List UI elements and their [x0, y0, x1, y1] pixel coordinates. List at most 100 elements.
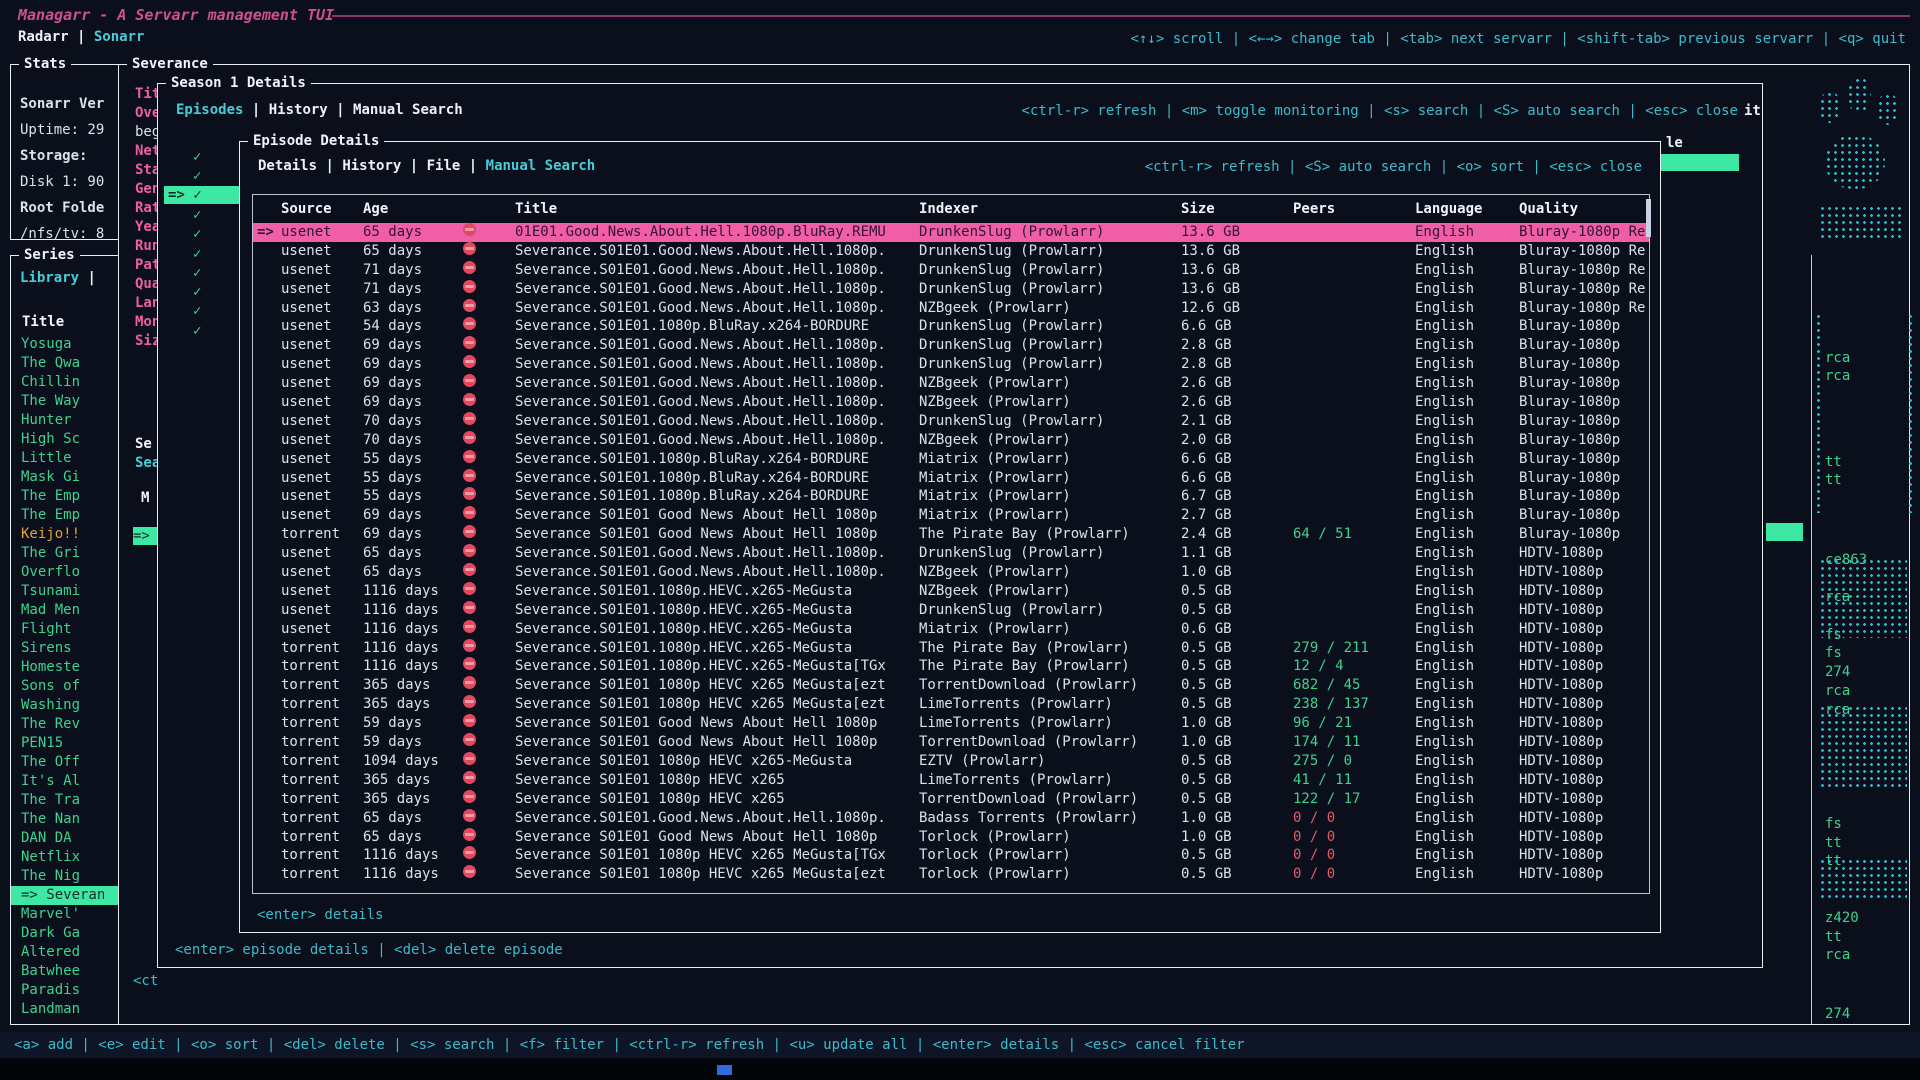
result-language: English	[1415, 639, 1474, 658]
result-title: Severance S01E01 1080p HEVC x265 MeGusta…	[515, 695, 915, 714]
series-item[interactable]: It's Al	[11, 772, 121, 791]
series-item[interactable]: Dark Ga	[11, 924, 121, 943]
truncated-text-fragment: tt	[1825, 471, 1842, 490]
result-row[interactable]: torrent69 daysSeverance S01E01 Good News…	[253, 525, 1649, 544]
series-item[interactable]: Keijo!!	[11, 525, 121, 544]
result-row[interactable]: usenet69 daysSeverance.S01E01.Good.News.…	[253, 355, 1649, 374]
series-item[interactable]: => Severan	[11, 886, 121, 905]
series-item[interactable]: The Nan	[11, 810, 121, 829]
result-row[interactable]: torrent65 daysSeverance.S01E01.Good.News…	[253, 809, 1649, 828]
result-row[interactable]: =>usenet65 days01E01.Good.News.About.Hel…	[253, 223, 1649, 242]
tab-history[interactable]: History	[269, 102, 328, 118]
result-row[interactable]: usenet63 daysSeverance.S01E01.Good.News.…	[253, 299, 1649, 318]
series-tab-row: Library |	[20, 270, 96, 286]
selected-episode-row[interactable]: => ✓	[164, 186, 240, 204]
series-item[interactable]: Flight	[11, 620, 121, 639]
result-row[interactable]: usenet55 daysSeverance.S01E01.1080p.BluR…	[253, 469, 1649, 488]
series-item[interactable]: Batwhee	[11, 962, 121, 981]
table-scrollbar[interactable]	[1646, 199, 1651, 237]
result-row[interactable]: usenet55 daysSeverance.S01E01.1080p.BluR…	[253, 487, 1649, 506]
series-item[interactable]: High Sc	[11, 430, 121, 449]
prohibited-icon	[463, 790, 476, 803]
tab-sonarr[interactable]: Sonarr	[94, 29, 145, 45]
series-item[interactable]: The Rev	[11, 715, 121, 734]
result-row[interactable]: usenet1116 daysSeverance.S01E01.1080p.HE…	[253, 582, 1649, 601]
series-item[interactable]: The Emp	[11, 506, 121, 525]
result-quality: HDTV-1080p	[1519, 657, 1647, 676]
result-row[interactable]: torrent365 daysSeverance S01E01 1080p HE…	[253, 771, 1649, 790]
result-row[interactable]: torrent1094 daysSeverance S01E01 1080p H…	[253, 752, 1649, 771]
result-age: 65 days	[363, 828, 422, 847]
result-row[interactable]: usenet71 daysSeverance.S01E01.Good.News.…	[253, 261, 1649, 280]
result-row[interactable]: usenet69 daysSeverance.S01E01.Good.News.…	[253, 336, 1649, 355]
result-row[interactable]: usenet65 daysSeverance.S01E01.Good.News.…	[253, 242, 1649, 261]
series-item[interactable]: The Way	[11, 392, 121, 411]
series-item[interactable]: Tsunami	[11, 582, 121, 601]
series-item[interactable]: The Gri	[11, 544, 121, 563]
tab-radarr[interactable]: Radarr	[18, 29, 69, 45]
result-size: 1.1 GB	[1181, 544, 1232, 563]
series-item[interactable]: Mad Men	[11, 601, 121, 620]
result-row[interactable]: usenet65 daysSeverance.S01E01.Good.News.…	[253, 563, 1649, 582]
result-row[interactable]: usenet1116 daysSeverance.S01E01.1080p.HE…	[253, 620, 1649, 639]
result-row[interactable]: usenet55 daysSeverance.S01E01.1080p.BluR…	[253, 450, 1649, 469]
result-row[interactable]: usenet71 daysSeverance.S01E01.Good.News.…	[253, 280, 1649, 299]
series-item[interactable]: Marvel'	[11, 905, 121, 924]
result-title: Severance.S01E01.Good.News.About.Hell.10…	[515, 393, 915, 412]
result-row[interactable]: usenet69 daysSeverance.S01E01.Good.News.…	[253, 393, 1649, 412]
result-row[interactable]: torrent1116 daysSeverance S01E01 1080p H…	[253, 846, 1649, 865]
tab-file[interactable]: File	[427, 158, 461, 174]
result-row[interactable]: torrent65 daysSeverance S01E01 Good News…	[253, 828, 1649, 847]
result-row[interactable]: usenet54 daysSeverance.S01E01.1080p.BluR…	[253, 317, 1649, 336]
series-item[interactable]: Mask Gi	[11, 468, 121, 487]
series-item[interactable]: Sirens	[11, 639, 121, 658]
tab-library[interactable]: Library	[20, 270, 79, 286]
result-source: usenet	[281, 582, 332, 601]
panel-divider	[1811, 255, 1812, 1025]
series-item[interactable]: Yosuga	[11, 335, 121, 354]
result-row[interactable]: usenet1116 daysSeverance.S01E01.1080p.HE…	[253, 601, 1649, 620]
series-item[interactable]: Washing	[11, 696, 121, 715]
series-item[interactable]: Landman	[11, 1000, 121, 1019]
result-row[interactable]: usenet69 daysSeverance.S01E01.Good.News.…	[253, 374, 1649, 393]
seasons-column-header: M	[141, 490, 149, 506]
result-indexer: Miatrix (Prowlarr)	[919, 469, 1174, 488]
series-item[interactable]: Hunter	[11, 411, 121, 430]
result-row[interactable]: usenet70 daysSeverance.S01E01.Good.News.…	[253, 412, 1649, 431]
series-item[interactable]: Chillin	[11, 373, 121, 392]
result-row[interactable]: torrent365 daysSeverance S01E01 1080p HE…	[253, 676, 1649, 695]
result-row[interactable]: torrent365 daysSeverance S01E01 1080p HE…	[253, 790, 1649, 809]
series-item[interactable]: The Tra	[11, 791, 121, 810]
series-item[interactable]: The Nig	[11, 867, 121, 886]
series-item[interactable]: PEN15	[11, 734, 121, 753]
series-item[interactable]: The Off	[11, 753, 121, 772]
tab-manual-search[interactable]: Manual Search	[486, 158, 596, 174]
series-item[interactable]: Overflo	[11, 563, 121, 582]
result-row[interactable]: torrent1116 daysSeverance S01E01 1080p H…	[253, 865, 1649, 884]
series-item[interactable]: Altered	[11, 943, 121, 962]
result-row[interactable]: torrent1116 daysSeverance.S01E01.1080p.H…	[253, 639, 1649, 658]
series-item[interactable]: Sons of	[11, 677, 121, 696]
series-item[interactable]: Paradis	[11, 981, 121, 1000]
series-item[interactable]: Homeste	[11, 658, 121, 677]
series-item[interactable]: The Emp	[11, 487, 121, 506]
result-row[interactable]: torrent365 daysSeverance S01E01 1080p HE…	[253, 695, 1649, 714]
result-age: 65 days	[363, 563, 422, 582]
series-item[interactable]: The Qwa	[11, 354, 121, 373]
series-item[interactable]: Netflix	[11, 848, 121, 867]
tab-details[interactable]: Details	[258, 158, 317, 174]
series-item[interactable]: DAN DA	[11, 829, 121, 848]
prohibited-icon	[463, 865, 476, 878]
result-language: English	[1415, 620, 1474, 639]
result-peers: 279 / 211	[1293, 639, 1369, 658]
result-row[interactable]: torrent59 daysSeverance S01E01 Good News…	[253, 714, 1649, 733]
tab-history[interactable]: History	[342, 158, 401, 174]
series-item[interactable]: Little	[11, 449, 121, 468]
result-row[interactable]: torrent1116 daysSeverance.S01E01.1080p.H…	[253, 657, 1649, 676]
result-row[interactable]: torrent59 daysSeverance S01E01 Good News…	[253, 733, 1649, 752]
result-row[interactable]: usenet69 daysSeverance S01E01 Good News …	[253, 506, 1649, 525]
result-row[interactable]: usenet70 daysSeverance.S01E01.Good.News.…	[253, 431, 1649, 450]
tab-manual-search[interactable]: Manual Search	[353, 102, 463, 118]
result-row[interactable]: usenet65 daysSeverance.S01E01.Good.News.…	[253, 544, 1649, 563]
result-source: usenet	[281, 299, 332, 318]
